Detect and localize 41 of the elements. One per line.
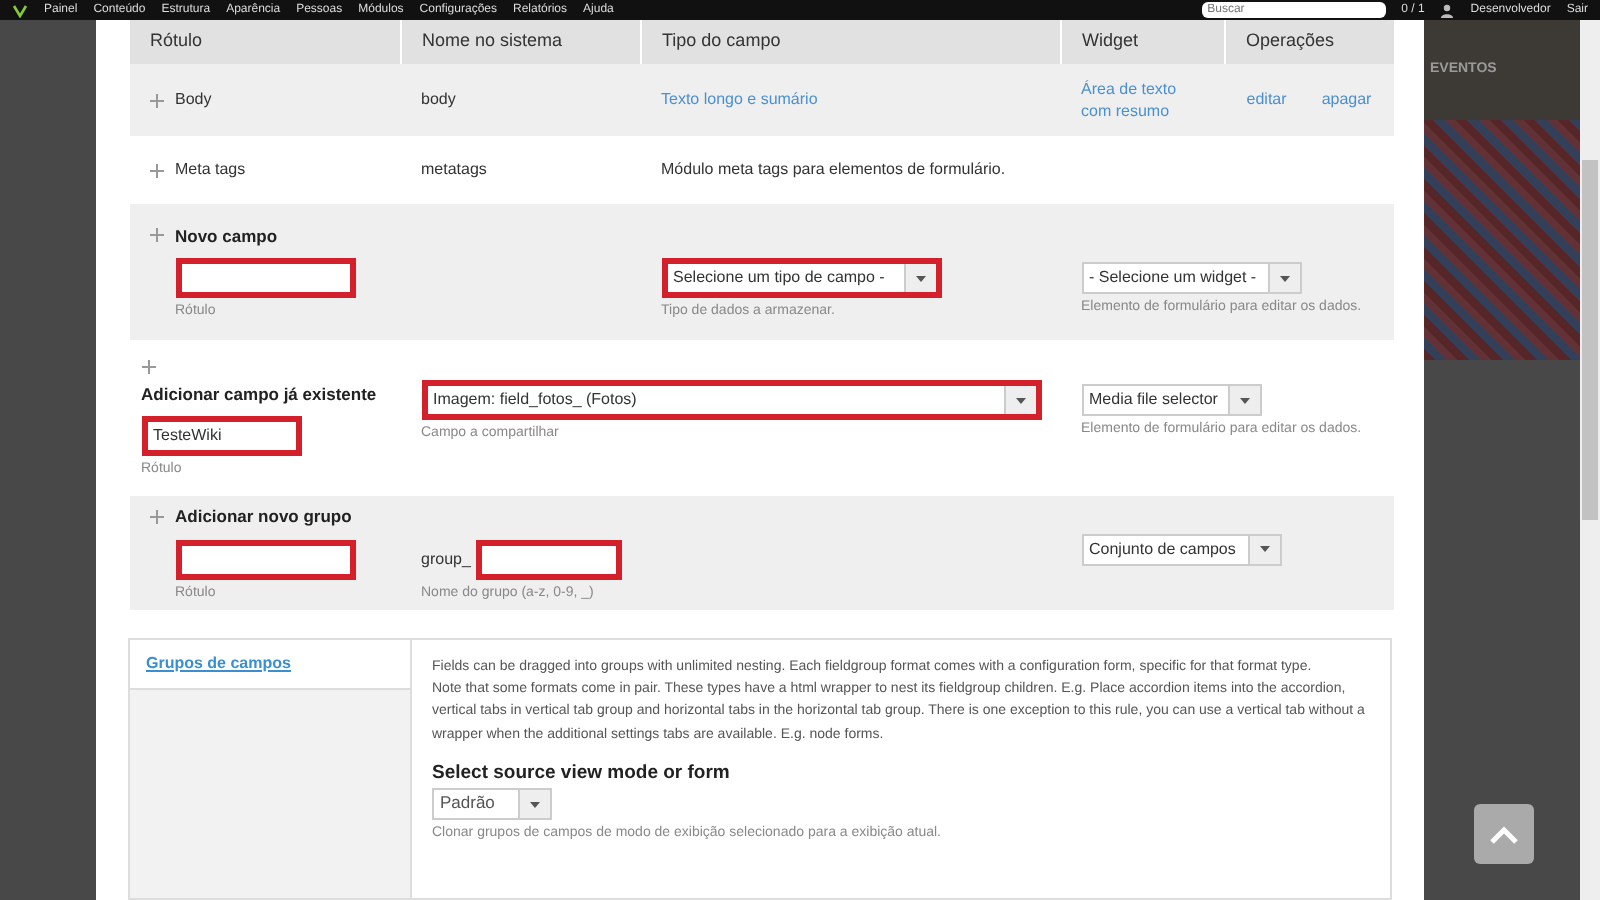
drag-handle-icon[interactable] <box>149 228 163 243</box>
select-field[interactable]: Selecione um tipo de campo - <box>661 258 941 299</box>
row-title: Novo campo <box>175 223 278 249</box>
field-description: Módulo meta tags para elementos de formulário. <box>661 160 1006 178</box>
select-field[interactable]: Media file selector <box>1081 384 1261 416</box>
column-header: Operações <box>1225 20 1393 64</box>
column-header: Tipo do campo <box>641 20 1061 64</box>
drag-handle-icon[interactable] <box>149 163 163 177</box>
select-field[interactable]: - Selecione um widget - <box>1081 262 1301 295</box>
label-input[interactable]: TesteWiki <box>141 416 301 457</box>
label-input[interactable] <box>175 539 355 580</box>
label-input[interactable] <box>175 258 355 299</box>
machine-name: body <box>421 90 456 108</box>
caret-icon <box>915 275 925 282</box>
caret-icon <box>1279 275 1289 282</box>
back-to-top-button[interactable] <box>1474 804 1534 864</box>
select-field[interactable]: Conjunto de campos <box>1081 533 1281 566</box>
column-header: Rótulo <box>129 20 401 64</box>
logo-icon[interactable] <box>12 3 28 17</box>
field-label: Meta tags <box>175 158 246 182</box>
caret-icon <box>1015 397 1025 403</box>
column-header: Nome no sistema <box>401 20 641 64</box>
user-icon <box>1440 3 1455 17</box>
row-title: Adicionar novo grupo <box>175 504 352 530</box>
caret-icon <box>1239 397 1249 403</box>
field-label: Body <box>175 88 212 112</box>
group-prefix: group_ <box>421 548 471 572</box>
caret-icon <box>1259 546 1269 553</box>
drag-handle-icon[interactable] <box>149 93 163 107</box>
drag-handle-icon[interactable] <box>141 359 155 374</box>
machine-name: metatags <box>421 160 487 178</box>
select-field[interactable]: Imagem: field_fotos_ (Fotos) <box>421 380 1041 420</box>
chevron-up-icon <box>1490 825 1518 843</box>
row-title: Adicionar campo já existente <box>141 381 377 407</box>
section-heading: Select source view mode or form <box>432 759 732 788</box>
column-header: Widget <box>1061 20 1225 64</box>
group-name-input[interactable] <box>476 540 621 580</box>
drag-handle-icon[interactable] <box>149 510 163 524</box>
scrollbar[interactable] <box>1580 20 1600 900</box>
select-field[interactable]: Padrão <box>432 788 552 821</box>
caret-icon <box>530 801 540 808</box>
